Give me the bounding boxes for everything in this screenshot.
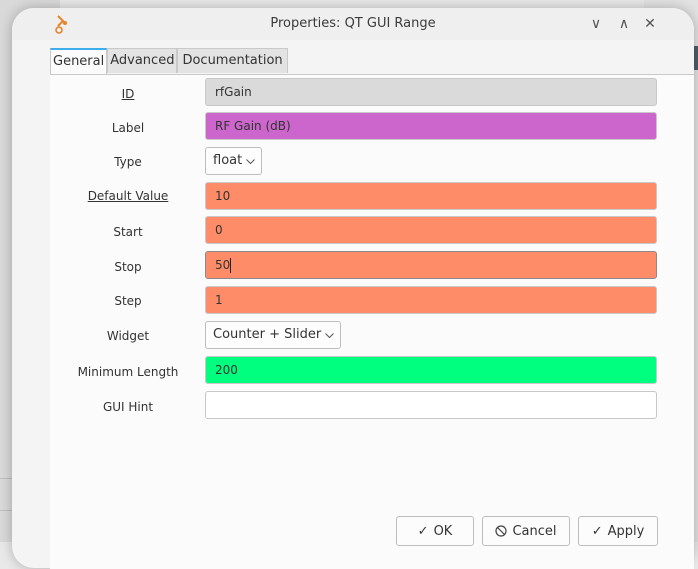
minimum-length-field[interactable]: 200 [205,356,657,384]
check-icon: ✓ [417,523,429,539]
type-label: Type [114,155,142,169]
cancel-button-label: Cancel [512,523,557,539]
type-select-value: float [213,153,243,168]
check-icon: ✓ [591,523,603,539]
type-select[interactable]: float [205,147,263,175]
chevron-down-icon [325,332,335,338]
title-bar[interactable]: Properties: QT GUI Range ∨ ∧ ✕ [12,8,694,40]
tab-general[interactable]: General [50,48,108,74]
general-panel [50,74,694,569]
widget-select-value: Counter + Slider [213,327,322,342]
maximize-button[interactable]: ∧ [614,14,634,34]
id-label: ID [121,87,135,101]
tab-advanced[interactable]: Advanced [107,48,178,73]
stop-label: Stop [114,260,142,274]
widget-select[interactable]: Counter + Slider [205,321,342,349]
start-field[interactable]: 0 [205,216,657,244]
gui-hint-field[interactable] [205,391,657,419]
ok-button-label: OK [433,523,453,539]
text-caret [230,258,232,273]
chevron-down-icon [246,158,256,164]
gui-hint-label: GUI Hint [102,400,154,414]
stop-field[interactable]: 50 [205,251,657,279]
close-button[interactable]: ✕ [640,14,660,34]
tab-documentation[interactable]: Documentation [177,48,288,73]
stop-field-value: 50 [215,258,231,272]
default-value-label: Default Value [87,189,169,203]
start-label: Start [113,225,143,239]
label-field[interactable]: RF Gain (dB) [205,112,657,140]
widget-label: Widget [106,329,150,343]
step-field[interactable]: 1 [205,286,657,314]
minimize-button[interactable]: ∨ [586,14,606,34]
default-value-field[interactable]: 10 [205,182,657,210]
id-field[interactable]: rfGain [205,78,657,106]
step-label: Step [114,294,142,308]
label-label: Label [111,121,145,135]
tab-bar: General Advanced Documentation [50,48,288,74]
apply-button-label: Apply [607,523,645,539]
cancel-icon [495,525,508,537]
minimum-length-label: Minimum Length [77,365,179,379]
